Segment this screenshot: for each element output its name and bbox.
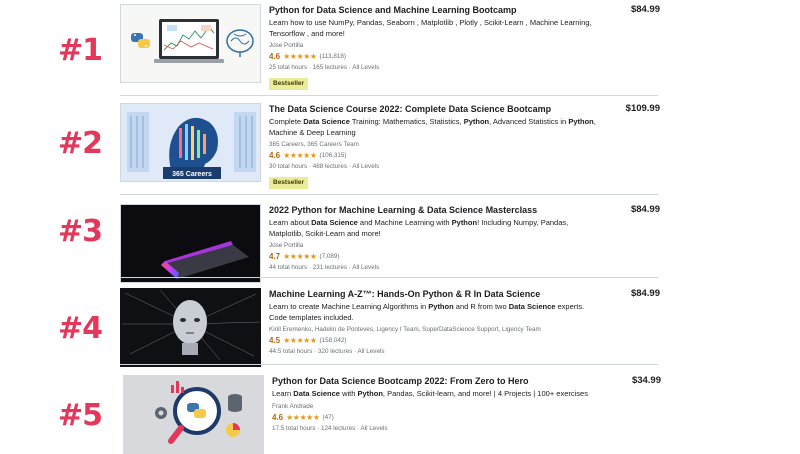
course-title[interactable]: 2022 Python for Machine Learning & Data … [269,204,599,216]
course-price: $109.99 [625,103,660,114]
rank-label-5: #5 [58,398,103,433]
divider [120,194,658,195]
course-description: Learn to create Machine Learning Algorit… [269,302,599,323]
course-instructor: Kirill Eremenko, Hadelin de Ponteves, Li… [269,326,541,333]
course-meta: 44.5 total hours · 320 lectures · All Le… [269,348,385,355]
course-info-3: 2022 Python for Machine Learning & Data … [269,204,599,272]
rating-value: 4.7 [269,252,281,261]
course-description: Learn about Data Science and Machine Lea… [269,218,599,239]
pie-chart-icon [226,423,240,437]
course-description: Learn Data Science with Python, Pandas, … [272,389,602,400]
rating-row: 4.7 ★★★★★ (7,089) [269,251,599,262]
star-rating-icon: ★★★★★ [283,52,317,61]
course-thumbnail-5[interactable] [123,375,264,454]
rating-count: (113,818) [319,53,346,60]
course-title[interactable]: The Data Science Course 2022: Complete D… [269,103,599,115]
highlighted-keyword: Python [357,389,383,398]
highlighted-keyword: Python [428,302,454,311]
rating-count: (7,089) [319,253,340,260]
course-info-1: Python for Data Science and Machine Lear… [269,4,599,90]
gear-icon [155,407,167,419]
course-price: $84.99 [630,288,660,299]
course-info-4: Machine Learning A-Z™: Hands-On Python &… [269,288,599,356]
course-description: Learn how to use NumPy, Pandas, Seaborn … [269,18,599,39]
course-title[interactable]: Python for Data Science and Machine Lear… [269,4,599,16]
rating-value: 4.6 [269,52,281,61]
rank-label-4: #4 [58,311,103,346]
course-instructor: Jose Portilla [269,42,304,49]
course-meta: 44 total hours · 231 lectures · All Leve… [269,264,380,271]
rating-row: 4.5 ★★★★★ (158,042) [269,335,599,346]
highlighted-keyword: Data Science [311,218,358,227]
course-info-2: The Data Science Course 2022: Complete D… [269,103,599,189]
highlighted-keyword: Data Science [508,302,556,311]
course-meta: 25 total hours · 165 lectures · All Leve… [269,64,380,71]
course-meta: 30 total hours · 488 lectures · All Leve… [269,163,380,170]
description-text: and Machine Learning with [357,218,452,227]
course-instructor: Frank Andrade [272,402,314,410]
course-description: Complete Data Science Training: Mathemat… [269,117,599,138]
rank-label-3: #3 [58,214,103,249]
bestseller-badge: Bestseller [269,177,309,189]
rating-value: 4.6 [272,412,284,422]
course-price: $84.99 [630,4,660,15]
course-instructor: 365 Careers, 365 Careers Team [269,141,359,148]
description-text: Learn about [269,218,312,227]
course-title[interactable]: Machine Learning A-Z™: Hands-On Python &… [269,288,599,300]
description-text: , Pandas, Scikit-learn, and more! | 4 Pr… [382,389,588,398]
description-text: and R from two [453,302,509,311]
course-title[interactable]: Python for Data Science Bootcamp 2022: F… [272,375,602,387]
description-text: Learn [272,389,294,398]
database-icon [228,394,242,412]
course-thumbnail-2[interactable]: 365 Careers [120,103,261,182]
rating-row: 4.6 ★★★★★ (113,818) [269,51,599,62]
rank-label-2: #2 [58,126,103,161]
description-text: Learn how to use NumPy, Pandas, Seaborn … [269,18,592,38]
rating-count: (106,315) [319,152,347,159]
star-rating-icon: ★★★★★ [283,336,317,345]
description-text: Learn to create Machine Learning Algorit… [269,302,429,311]
bestseller-badge: Bestseller [269,78,309,90]
rating-count: (47) [322,413,334,421]
divider [120,277,658,278]
divider [120,364,658,365]
rank-label-1: #1 [58,33,103,68]
rating-row: 4.6 ★★★★★ (47) [272,412,602,423]
course-thumbnail-1[interactable] [120,4,261,83]
course-thumbnail-3[interactable] [120,204,261,283]
highlighted-keyword: Python [568,117,594,126]
python-logo-icon [131,33,150,48]
star-rating-icon: ★★★★★ [283,151,317,160]
rating-value: 4.5 [269,336,281,345]
divider [120,95,658,96]
course-instructor: Jose Portilla [269,242,304,249]
description-text: with [339,389,358,398]
laptop-icon [154,19,224,63]
description-text: Training: Mathematics, Statistics, [349,117,464,126]
course-info-5: Python for Data Science Bootcamp 2022: F… [272,375,602,433]
rating-row: 4.6 ★★★★★ (106,315) [269,150,599,161]
star-rating-icon: ★★★★★ [283,252,317,261]
star-rating-icon: ★★★★★ [286,412,320,422]
brain-icon [226,29,254,57]
highlighted-keyword: Data Science [303,117,350,126]
course-meta: 17.5 total hours · 124 lectures · All Le… [272,424,388,432]
description-text: , Advanced Statistics in [489,117,569,126]
careers-logo-text: 365 Careers [172,171,212,178]
highlighted-keyword: Python [463,117,490,126]
rating-count: (158,042) [319,337,347,344]
description-text: Complete [269,117,304,126]
rating-value: 4.6 [269,151,281,160]
course-thumbnail-4[interactable] [120,288,261,367]
highlighted-keyword: Data Science [293,389,340,398]
highlighted-keyword: Python [451,218,478,227]
course-price: $34.99 [631,375,661,386]
course-price: $84.99 [630,204,660,215]
